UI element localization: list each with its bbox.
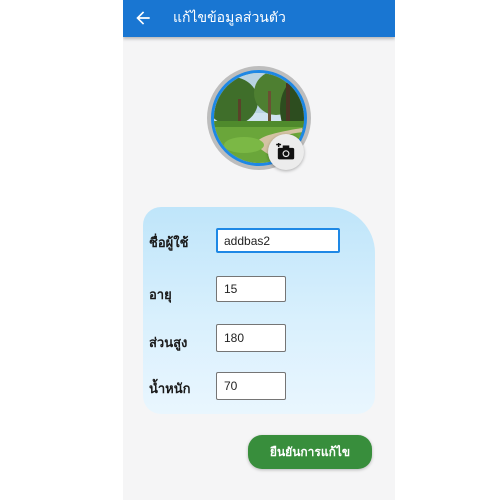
profile-form-card: ชื่อผู้ใช้ อายุ ส่วนสูง น้ำหนัก xyxy=(143,207,375,414)
height-input[interactable] xyxy=(216,324,286,352)
app-bar: แก้ไขข้อมูลส่วนตัว xyxy=(123,0,395,37)
username-input[interactable] xyxy=(216,228,340,253)
username-label: ชื่อผู้ใช้ xyxy=(149,236,189,251)
weight-input[interactable] xyxy=(216,372,286,400)
height-label: ส่วนสูง xyxy=(149,336,188,351)
arrow-back-icon xyxy=(136,11,150,25)
age-input[interactable] xyxy=(216,276,286,302)
confirm-edit-button[interactable]: ยืนยันการแก้ไข xyxy=(248,435,372,469)
back-button[interactable] xyxy=(133,8,153,28)
page-title: แก้ไขข้อมูลส่วนตัว xyxy=(173,10,286,26)
weight-label: น้ำหนัก xyxy=(149,382,191,397)
change-photo-button[interactable] xyxy=(268,134,304,170)
app-screen: แก้ไขข้อมูลส่วนตัว ชื่อผู้ใช้ addbas2 อา… xyxy=(123,0,395,500)
add-a-photo-icon xyxy=(276,143,295,160)
age-label: อายุ xyxy=(149,288,172,303)
